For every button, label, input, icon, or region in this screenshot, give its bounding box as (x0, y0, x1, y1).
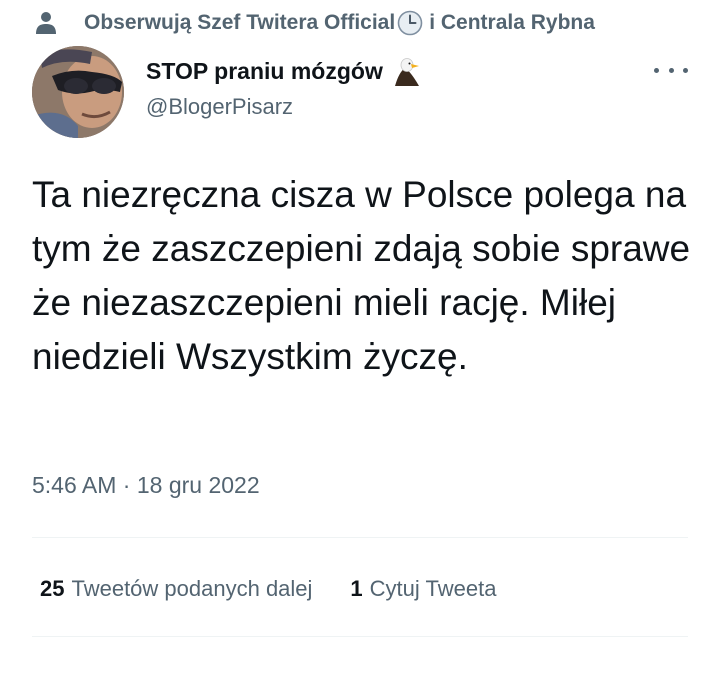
more-dot-icon (668, 67, 674, 73)
tweet-stats: 25 Tweetów podanych dalej 1 Cytuj Tweeta (40, 574, 496, 604)
more-dot-icon (654, 67, 659, 73)
tweet-text: Ta niezręczna cisza w Polsce polega na t… (32, 174, 691, 377)
more-options-button[interactable] (654, 60, 688, 80)
divider (32, 537, 688, 538)
quotes-label: Cytuj Tweeta (369, 576, 497, 601)
author-handle[interactable]: @BlogerPisarz (146, 94, 423, 120)
divider (32, 636, 688, 637)
author-names: STOP praniu mózgów @BlogerPisarz (146, 56, 423, 120)
social-context[interactable]: Obserwują Szef Twitera Official i Centra… (34, 8, 595, 38)
avatar[interactable] (32, 46, 124, 138)
quotes-count: 1 (350, 576, 363, 601)
person-icon (34, 10, 58, 36)
tweet-header: STOP praniu mózgów @BlogerPisarz (32, 46, 688, 138)
tweet-timestamp[interactable]: 5:46 AM · 18 gru 2022 (32, 472, 260, 499)
author-display-name[interactable]: STOP praniu mózgów (146, 56, 423, 86)
social-context-following: Obserwują Szef Twitera Official (84, 11, 396, 34)
eagle-icon (391, 56, 423, 86)
more-dot-icon (683, 67, 688, 73)
retweets-count: 25 (40, 576, 65, 601)
tweet-date: 18 gru 2022 (136, 472, 260, 498)
tweet-time: 5:46 AM (32, 472, 117, 498)
clock-icon (397, 10, 423, 36)
timestamp-separator: · (116, 472, 137, 498)
social-context-rest: i Centrala Rybna (429, 11, 595, 34)
retweets-label: Tweetów podanych dalej (71, 576, 313, 601)
retweets-stat[interactable]: 25 Tweetów podanych dalej (40, 576, 312, 602)
quotes-stat[interactable]: 1 Cytuj Tweeta (350, 576, 496, 602)
display-name-text: STOP praniu mózgów (146, 57, 383, 84)
